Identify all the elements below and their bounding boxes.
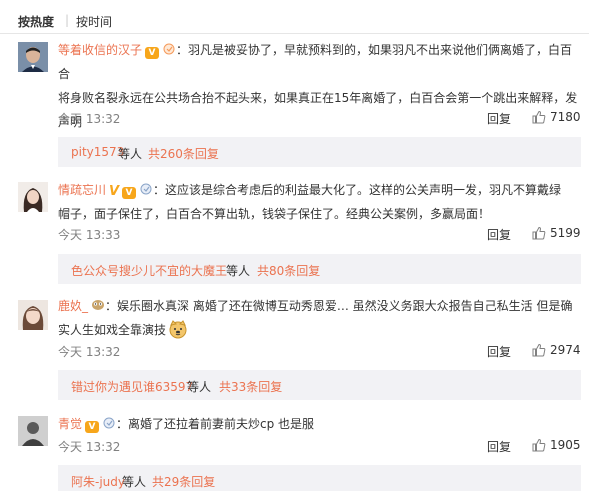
comment-item: 鹿奺_ ：娱乐圈水真深 离婚了还在微博互动秀恩爱… 虽然没义务跟大众报告自己私生… <box>0 290 589 406</box>
reply-users-link[interactable]: 色公众号搜少儿不宜的大魔王 <box>71 262 227 279</box>
reply-summary: pity1573 等人 共260条回复 <box>58 137 581 167</box>
reply-summary-text: 等人 <box>226 264 251 278</box>
thumbs-up-icon <box>532 110 546 124</box>
vip-badge-icon[interactable]: V <box>122 187 137 199</box>
like-button[interactable]: 7180 <box>532 110 581 124</box>
reply-summary: 色公众号搜少儿不宜的大魔王 等人 共80条回复 <box>58 254 581 284</box>
comment-time: 今天 13:32 <box>58 112 121 126</box>
verified-v-icon[interactable]: V <box>109 185 119 198</box>
comment-item: 青觉 V ：离婚了还拉着前妻前夫炒cp 也是服 今天 13:32 回复 1905 … <box>0 408 589 491</box>
sort-bar: 按热度 | 按时间 <box>0 0 589 34</box>
thumbs-up-icon <box>532 226 546 240</box>
like-button[interactable]: 2974 <box>532 343 581 357</box>
comment-text: ：娱乐圈水真深 离婚了还在微博互动秀恩爱… 虽然没义务跟大众报告自己私生活 但是… <box>105 299 573 313</box>
like-button[interactable]: 1905 <box>532 438 581 452</box>
reply-summary: 阿朱-judy 等人 共29条回复 <box>58 465 581 491</box>
reply-button[interactable]: 回复 <box>487 110 511 127</box>
comment-body: 情疏忘川 V V ：这应该是综合考虑后的利益最大化了。这样的公关声明一发，羽凡不算戴… <box>58 178 578 226</box>
comment-time: 今天 13:32 <box>58 440 121 454</box>
comment-body: 青觉 V ：离婚了还拉着前妻前夫炒cp 也是服 <box>58 412 578 436</box>
like-count: 7180 <box>550 110 581 124</box>
comment-text: 将身败名裂永远在公共场合抬不起头来，如果真正在15年离婚了，白百合会第一个跳出来… <box>58 91 578 105</box>
doge-emoji-icon <box>168 319 188 339</box>
view-replies-link[interactable]: 共33条回复 <box>219 378 282 395</box>
comment-item: 等着收信的汉子 V ：羽凡是被妥协了，早就预料到的，如果羽凡不出来说他们俩离婚了，… <box>0 34 589 174</box>
sort-separator: | <box>65 13 70 27</box>
medal-icon[interactable] <box>102 417 116 429</box>
owl-medal-icon[interactable] <box>91 299 105 311</box>
view-replies-link[interactable]: 共80条回复 <box>257 262 320 279</box>
reply-summary-text: 等人 <box>187 380 212 394</box>
comment-time: 今天 13:33 <box>58 228 121 242</box>
reply-button[interactable]: 回复 <box>487 343 511 360</box>
medal-icon[interactable] <box>162 43 176 55</box>
reply-button[interactable]: 回复 <box>487 438 511 455</box>
reply-users-link[interactable]: pity1573 <box>71 145 124 159</box>
vip-badge-icon[interactable]: V <box>85 421 100 433</box>
view-replies-link[interactable]: 共260条回复 <box>148 145 219 162</box>
avatar[interactable] <box>18 300 48 330</box>
commenter-name[interactable]: 等着收信的汉子 <box>58 43 142 57</box>
comment-text: 实人生如戏全靠演技 <box>58 323 167 337</box>
like-count: 2974 <box>550 343 581 357</box>
avatar[interactable] <box>18 416 48 446</box>
reply-users-link[interactable]: 阿朱-judy <box>71 473 125 490</box>
commenter-name[interactable]: 鹿奺_ <box>58 299 88 313</box>
comment-text: ：离婚了还拉着前妻前夫炒cp 也是服 <box>116 417 315 431</box>
comment-item: 情疏忘川 V V ：这应该是综合考虑后的利益最大化了。这样的公关声明一发，羽凡不算戴… <box>0 174 589 288</box>
thumbs-up-icon <box>532 343 546 357</box>
reply-summary: 错过你为遇见谁63597 等人 共33条回复 <box>58 370 581 400</box>
comment-text: 帽子，面子保住了，白百合不算出轨，钱袋子保住了。经典公关案例，多赢局面！ <box>58 207 491 221</box>
comment-text: ：这应该是综合考虑后的利益最大化了。这样的公关声明一发，羽凡不算戴绿 <box>153 183 562 197</box>
reply-summary-text: 等人 <box>122 475 147 489</box>
comment-time: 今天 13:32 <box>58 345 121 359</box>
reply-summary-text: 等人 <box>118 147 143 161</box>
view-replies-link[interactable]: 共29条回复 <box>152 473 215 490</box>
like-count: 5199 <box>550 226 581 240</box>
reply-users-link[interactable]: 错过你为遇见谁63597 <box>71 378 193 395</box>
commenter-name[interactable]: 青觉 <box>58 417 82 431</box>
reply-button[interactable]: 回复 <box>487 226 511 243</box>
commenter-name[interactable]: 情疏忘川 <box>58 183 106 197</box>
avatar[interactable] <box>18 42 48 72</box>
thumbs-up-icon <box>532 438 546 452</box>
like-button[interactable]: 5199 <box>532 226 581 240</box>
sort-by-time-tab[interactable]: 按时间 <box>76 13 112 30</box>
avatar[interactable] <box>18 182 48 212</box>
sort-by-hot-tab[interactable]: 按热度 <box>18 13 54 30</box>
medal-icon[interactable] <box>139 183 153 195</box>
vip-badge-icon[interactable]: V <box>145 47 160 59</box>
comment-body: 鹿奺_ ：娱乐圈水真深 离婚了还在微博互动秀恩爱… 虽然没义务跟大众报告自己私生… <box>58 294 578 342</box>
like-count: 1905 <box>550 438 581 452</box>
